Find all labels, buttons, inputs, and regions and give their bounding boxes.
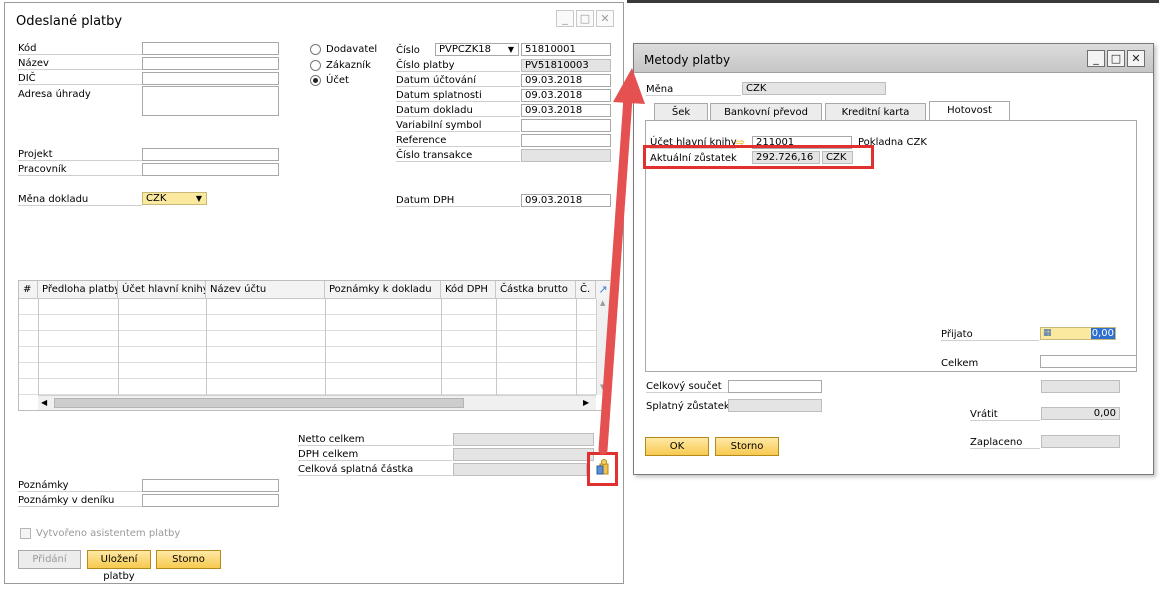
annotation-arrow — [598, 68, 645, 455]
